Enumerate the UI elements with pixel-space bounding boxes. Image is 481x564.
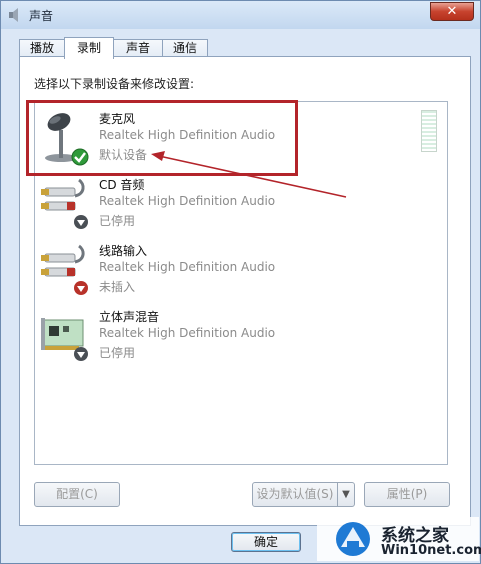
- device-driver: Realtek High Definition Audio: [99, 260, 276, 274]
- speaker-icon: [9, 8, 18, 22]
- ok-button[interactable]: 确定: [231, 532, 301, 552]
- close-button[interactable]: ✕: [430, 2, 474, 21]
- device-name: CD 音频: [99, 178, 145, 192]
- level-meter: [421, 110, 437, 152]
- instruction-label: 选择以下录制设备来修改设置:: [34, 77, 195, 91]
- device-status: 已停用: [99, 214, 136, 228]
- device-driver: Realtek High Definition Audio: [99, 194, 276, 208]
- device-driver: Realtek High Definition Audio: [99, 326, 276, 340]
- device-name: 线路输入: [99, 244, 148, 258]
- title-bar[interactable]: 声音 ✕: [1, 1, 480, 29]
- close-icon: ✕: [446, 4, 458, 19]
- tab-recording[interactable]: 录制: [64, 37, 114, 59]
- configure-button[interactable]: 配置(C): [34, 482, 120, 507]
- disabled-down-icon: [74, 347, 88, 361]
- device-item-cd-audio[interactable]: CD 音频 Realtek High Definition Audio 已停用: [35, 168, 447, 234]
- sound-dialog: 声音 ✕ 播放 录制 声音 通信 选择以下录制设备来修改设置: 麦克风 Real…: [0, 0, 481, 564]
- device-item-line-in[interactable]: 线路输入 Realtek High Definition Audio 未插入: [35, 234, 447, 300]
- device-status: 已停用: [99, 346, 136, 360]
- watermark-site: Win10net.com: [381, 543, 481, 558]
- annotation-highlight-box: [26, 100, 298, 176]
- device-name: 立体声混音: [99, 310, 160, 324]
- properties-button[interactable]: 属性(P): [364, 482, 450, 507]
- device-item-stereo-mix[interactable]: 立体声混音 Realtek High Definition Audio 已停用: [35, 300, 447, 366]
- set-default-dropdown[interactable]: ▼: [337, 482, 355, 507]
- unplugged-down-icon: [74, 281, 88, 295]
- window-title: 声音: [29, 9, 54, 23]
- disabled-down-icon: [74, 215, 88, 229]
- set-default-button[interactable]: 设为默认值(S): [252, 482, 338, 507]
- chevron-down-icon: ▼: [342, 489, 350, 500]
- device-status: 未插入: [99, 280, 136, 294]
